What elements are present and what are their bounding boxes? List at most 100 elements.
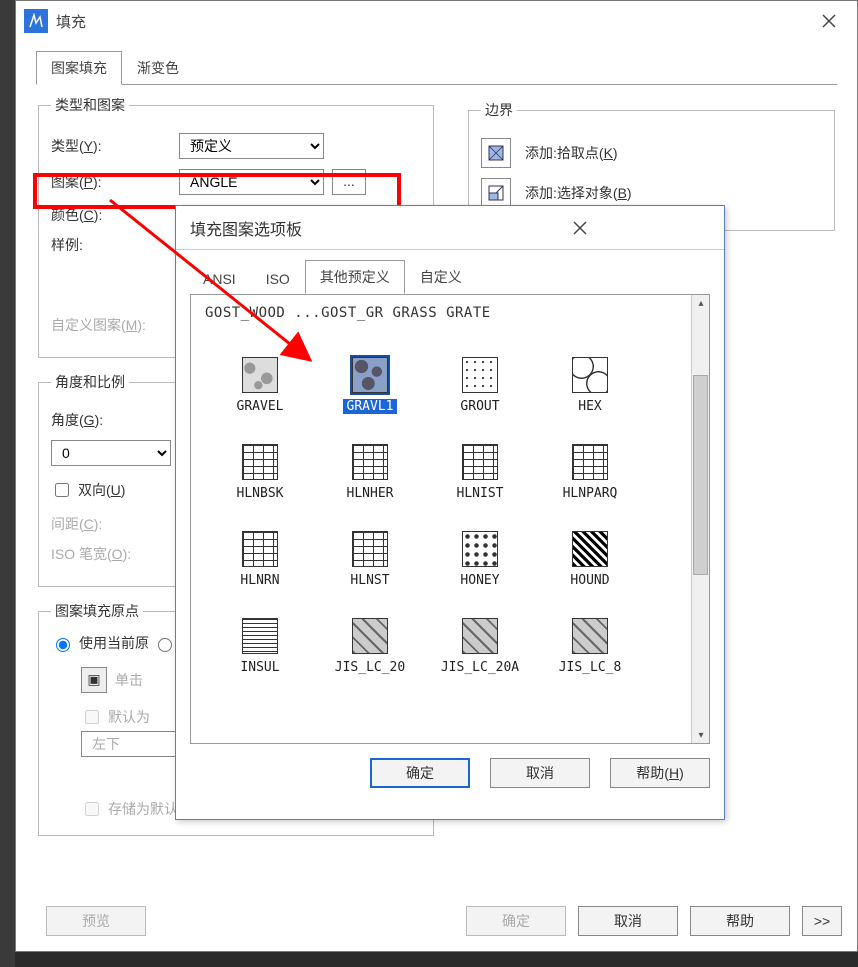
palette-item-gravl1[interactable]: GRAVL1 <box>315 357 425 414</box>
palette-item-insul[interactable]: INSUL <box>205 618 315 675</box>
angle-scale-legend: 角度和比例 <box>51 372 129 392</box>
palette-title: 填充图案选项板 <box>190 216 450 240</box>
palette-item-hlnist[interactable]: HLNIST <box>425 444 535 501</box>
expand-button[interactable]: >> <box>802 906 842 936</box>
preview-button: 预览 <box>46 906 146 936</box>
add-select-label: 添加:选择对象(B) <box>525 183 632 203</box>
swatch-icon <box>462 444 498 480</box>
swatch-label: GRAVEL <box>237 399 284 414</box>
palette-item-jis_lc_20[interactable]: JIS_LC_20 <box>315 618 425 675</box>
pattern-label: 图案(P): <box>51 172 171 192</box>
swatch-label: HONEY <box>460 573 499 588</box>
palette-item-hlnparq[interactable]: HLNPARQ <box>535 444 645 501</box>
swatch-icon <box>462 357 498 393</box>
click-set-label: 单击 <box>115 670 143 690</box>
palette-ok-button[interactable]: 确定 <box>370 758 470 788</box>
window-title: 填充 <box>56 11 809 32</box>
swatch-label: INSUL <box>240 660 279 675</box>
palette-list[interactable]: GOST_WOOD ...GOST_GR GRASS GRATE GRAVEL G… <box>190 294 710 744</box>
swatch-label: HLNST <box>350 573 389 588</box>
palette-item-hlnst[interactable]: HLNST <box>315 531 425 588</box>
titlebar: 填充 <box>16 1 857 41</box>
help-button[interactable]: 帮助 <box>690 906 790 936</box>
swatch-icon <box>352 444 388 480</box>
palette-item-gravel[interactable]: GRAVEL <box>205 357 315 414</box>
palette-item-hex[interactable]: HEX <box>535 357 645 414</box>
palette-item-hound[interactable]: HOUND <box>535 531 645 588</box>
swatch-label: HLNPARQ <box>563 486 618 501</box>
palette-tab-custom[interactable]: 自定义 <box>405 260 477 294</box>
palette-item-hlnbsk[interactable]: HLNBSK <box>205 444 315 501</box>
hatch-palette-dialog: 填充图案选项板 ANSI ISO 其他预定义 自定义 GOST_WOOD ...… <box>175 205 725 820</box>
palette-close-button[interactable] <box>450 213 710 243</box>
sample-label: 样例: <box>51 235 171 255</box>
cancel-button[interactable]: 取消 <box>578 906 678 936</box>
swatch-icon <box>242 444 278 480</box>
swatch-label: HOUND <box>570 573 609 588</box>
type-pattern-legend: 类型和图案 <box>51 95 129 115</box>
swatch-icon <box>572 444 608 480</box>
angle-combo[interactable]: 0 <box>51 440 171 466</box>
palette-tab-ansi[interactable]: ANSI <box>188 264 251 294</box>
two-way-check[interactable]: 双向(U) <box>51 480 125 500</box>
angle-label: 角度(G): <box>51 410 171 430</box>
swatch-label: GRAVL1 <box>343 399 398 414</box>
swatch-icon <box>352 618 388 654</box>
swatch-icon <box>242 531 278 567</box>
add-select-obj-button[interactable] <box>481 178 511 208</box>
palette-item-honey[interactable]: HONEY <box>425 531 535 588</box>
tab-gradient[interactable]: 渐变色 <box>122 51 194 85</box>
palette-partial-row: GOST_WOOD ...GOST_GR GRASS GRATE <box>205 305 695 321</box>
palette-tab-other[interactable]: 其他预定义 <box>305 260 405 294</box>
swatch-label: HLNIST <box>457 486 504 501</box>
add-pick-point-button[interactable] <box>481 138 511 168</box>
iso-pen-label: ISO 笔宽(O): <box>51 544 171 564</box>
custom-pattern-label: 自定义图案(M): <box>51 315 171 335</box>
origin-legend: 图案填充原点 <box>51 601 143 621</box>
swatch-label: JIS_LC_20 <box>335 660 405 675</box>
close-button[interactable] <box>809 1 849 41</box>
boundary-legend: 边界 <box>481 100 517 120</box>
swatch-icon <box>572 357 608 393</box>
palette-item-hlnrn[interactable]: HLNRN <box>205 531 315 588</box>
ok-button: 确定 <box>466 906 566 936</box>
swatch-icon <box>462 618 498 654</box>
type-label: 类型(Y): <box>51 136 171 156</box>
app-icon <box>24 9 48 33</box>
scroll-down-icon[interactable]: ▾ <box>693 727 709 743</box>
swatch-label: GROUT <box>460 399 499 414</box>
color-label: 颜色(C): <box>51 205 171 225</box>
swatch-label: JIS_LC_20A <box>441 660 519 675</box>
palette-item-jis_lc_8[interactable]: JIS_LC_8 <box>535 618 645 675</box>
swatch-icon <box>572 531 608 567</box>
type-combo[interactable]: 预定义 <box>179 133 324 159</box>
scroll-up-icon[interactable]: ▴ <box>693 295 709 311</box>
palette-scrollbar[interactable]: ▴ ▾ <box>691 295 709 743</box>
swatch-icon <box>352 357 388 393</box>
swatch-icon <box>242 618 278 654</box>
swatch-label: HLNBSK <box>237 486 284 501</box>
swatch-icon <box>572 618 608 654</box>
palette-item-hlnher[interactable]: HLNHER <box>315 444 425 501</box>
default-to-check: 默认为 <box>81 707 150 727</box>
palette-help-button[interactable]: 帮助(H) <box>610 758 710 788</box>
swatch-icon <box>352 531 388 567</box>
swatch-label: HLNHER <box>347 486 394 501</box>
swatch-label: HLNRN <box>240 573 279 588</box>
pattern-browse-button[interactable]: ... <box>332 169 366 195</box>
swatch-label: HEX <box>578 399 601 414</box>
palette-tab-iso[interactable]: ISO <box>251 264 305 294</box>
tab-pattern[interactable]: 图案填充 <box>36 51 122 85</box>
spacing-label: 间距(C): <box>51 514 171 534</box>
pattern-combo[interactable]: ANGLE <box>179 169 324 195</box>
palette-cancel-button[interactable]: 取消 <box>490 758 590 788</box>
palette-item-jis_lc_20a[interactable]: JIS_LC_20A <box>425 618 535 675</box>
swatch-label: JIS_LC_8 <box>559 660 622 675</box>
palette-item-grout[interactable]: GROUT <box>425 357 535 414</box>
scroll-thumb[interactable] <box>693 375 708 575</box>
swatch-icon <box>242 357 278 393</box>
main-tabs: 图案填充 渐变色 <box>36 51 837 85</box>
use-current-origin-radio[interactable]: 使用当前原 <box>51 633 149 653</box>
swatch-icon <box>462 531 498 567</box>
pick-origin-button: ▣ <box>81 667 107 693</box>
